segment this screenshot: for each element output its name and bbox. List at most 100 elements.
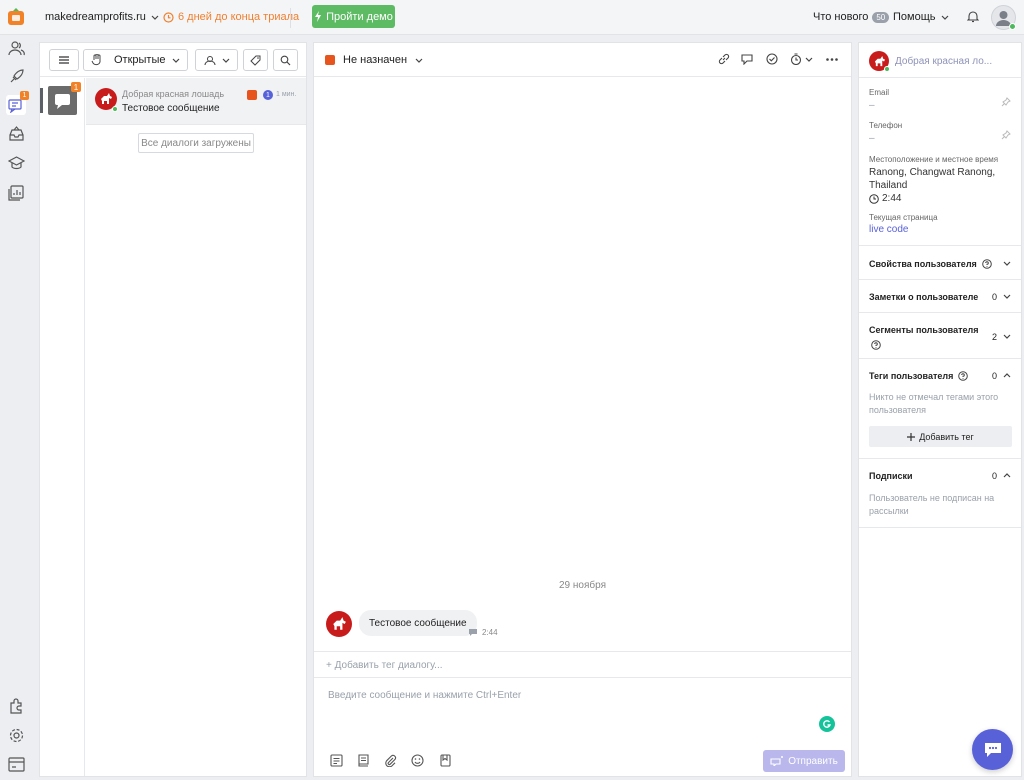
conversation-user-name: Добрая красная лошадь — [122, 89, 225, 99]
help-menu[interactable]: Помощь — [893, 11, 949, 23]
chevron-down-icon — [805, 57, 813, 62]
left-nav: 1 — [0, 35, 32, 780]
send-button[interactable]: Отправить — [763, 750, 845, 772]
message-input[interactable]: Введите сообщение и нажмите Ctrl+Enter — [328, 690, 521, 701]
assignee-filter[interactable] — [195, 49, 238, 71]
user-segments-section[interactable]: Сегменты пользователя 2 — [859, 312, 1021, 358]
top-bar: makedreamprofits.ru 6 дней до конца триа… — [0, 0, 1024, 35]
chat-channel-icon — [469, 629, 477, 636]
current-page-link[interactable]: live code — [869, 224, 908, 235]
chevron-down-icon — [222, 58, 230, 63]
add-conversation-tag[interactable]: + Добавить тег диалогу... — [314, 651, 851, 678]
attachment-icon[interactable] — [384, 754, 397, 767]
support-chat-button[interactable] — [972, 729, 1013, 770]
chevron-down-icon — [415, 58, 423, 63]
bell-icon[interactable] — [967, 10, 979, 23]
conversations-badge: 1 — [20, 91, 29, 100]
hand-icon — [91, 54, 102, 66]
site-selector[interactable]: makedreamprofits.ru — [45, 11, 159, 23]
user-name[interactable]: Добрая красная ло... — [895, 56, 992, 67]
conversation-item[interactable]: Добрая красная лошадь Тестовое сообщение… — [86, 78, 306, 125]
segments-count: 2 — [992, 332, 998, 342]
status-filter[interactable]: Открытые — [83, 49, 188, 71]
search-icon — [280, 55, 291, 66]
integrations-icon[interactable] — [6, 695, 26, 715]
assignee-selector[interactable]: Не назначен — [325, 54, 423, 66]
phone-value[interactable]: – — [869, 133, 875, 144]
user-notes-section[interactable]: Заметки о пользователе 0 — [859, 279, 1021, 312]
status-filter-value: Открытые — [114, 54, 166, 66]
chevron-up-icon[interactable] — [1003, 473, 1011, 478]
section-title: Подписки — [869, 471, 913, 481]
menu-button[interactable] — [49, 49, 79, 71]
subscriptions-empty-text: Пользователь не подписан на рассылки — [869, 493, 995, 516]
emoji-icon[interactable] — [411, 754, 424, 767]
trial-notice[interactable]: 6 дней до конца триала — [163, 11, 299, 23]
billing-icon[interactable] — [6, 754, 26, 774]
help-icon — [958, 371, 969, 381]
tag-icon — [250, 55, 261, 66]
link-icon[interactable] — [718, 53, 730, 65]
users-icon[interactable] — [6, 38, 26, 58]
help-label: Помощь — [893, 11, 936, 23]
channel-all-conversations[interactable]: 1 — [48, 82, 81, 115]
user-avatar — [326, 611, 352, 637]
knowledge-base-icon[interactable] — [357, 754, 370, 767]
search-button[interactable] — [273, 49, 298, 71]
section-title-wrap: Свойства пользователя — [869, 259, 992, 269]
phone-label: Телефон — [869, 121, 903, 130]
user-properties-section[interactable]: Свойства пользователя — [859, 245, 1021, 279]
chevron-down-icon — [941, 15, 949, 20]
rocket-icon[interactable] — [6, 66, 26, 86]
lightning-icon — [314, 11, 322, 22]
operator-avatar[interactable] — [991, 5, 1016, 30]
send-label: Отправить — [788, 755, 838, 767]
pin-icon[interactable] — [1001, 130, 1011, 140]
unassigned-icon — [247, 90, 257, 100]
unread-count: 1 — [263, 90, 273, 100]
pin-icon[interactable] — [1001, 97, 1011, 107]
academy-icon[interactable] — [6, 153, 26, 173]
demo-label: Пройти демо — [326, 10, 393, 23]
section-title: Теги пользователя — [869, 371, 954, 381]
reports-icon[interactable] — [6, 183, 26, 203]
add-user-tag-button[interactable]: Добавить тег — [869, 426, 1012, 447]
online-indicator — [112, 106, 118, 112]
hamburger-icon — [59, 56, 69, 64]
site-name: makedreamprofits.ru — [45, 11, 146, 23]
email-value[interactable]: – — [869, 100, 875, 111]
section-title: Заметки о пользователе — [869, 292, 979, 302]
tag-filter-button[interactable] — [243, 49, 268, 71]
chat-header: Не назначен — [314, 43, 851, 77]
user-header: Добрая красная ло... — [859, 43, 1021, 78]
message-meta: 2:44 — [469, 628, 498, 637]
chevron-up-icon[interactable] — [1003, 373, 1011, 378]
settings-icon[interactable] — [6, 725, 26, 745]
app-logo[interactable] — [7, 8, 25, 26]
location-label: Местоположение и местное время — [869, 155, 999, 164]
section-title-wrap: Теги пользователя — [869, 371, 969, 381]
note-icon[interactable] — [330, 754, 343, 767]
current-page-label: Текущая страница — [869, 213, 938, 222]
close-conversation-icon[interactable] — [766, 53, 778, 65]
subscriptions-count: 0 — [992, 471, 998, 481]
canned-replies-icon[interactable] — [741, 53, 753, 65]
conversation-time: 1 мин. — [276, 91, 297, 98]
chevron-down-icon — [1003, 334, 1011, 339]
bookmark-icon[interactable] — [440, 754, 451, 767]
local-time-value: 2:44 — [882, 193, 902, 204]
whats-new-label: Что нового — [813, 11, 869, 23]
more-options-icon[interactable] — [826, 58, 838, 61]
chat-bubble-icon — [984, 742, 1001, 757]
demo-button[interactable]: Пройти демо — [312, 5, 395, 28]
conversations-icon[interactable]: 1 — [6, 91, 29, 115]
inbox-icon[interactable] — [6, 124, 26, 144]
online-indicator — [884, 66, 890, 72]
channel-badge: 1 — [71, 82, 81, 92]
whats-new-button[interactable]: Что нового 50 — [813, 11, 890, 23]
snooze-menu[interactable] — [790, 53, 813, 65]
operator-icon — [325, 55, 335, 65]
grammarly-icon[interactable] — [819, 716, 835, 732]
local-time: 2:44 — [869, 193, 901, 204]
section-title: Сегменты пользователя — [869, 325, 979, 335]
